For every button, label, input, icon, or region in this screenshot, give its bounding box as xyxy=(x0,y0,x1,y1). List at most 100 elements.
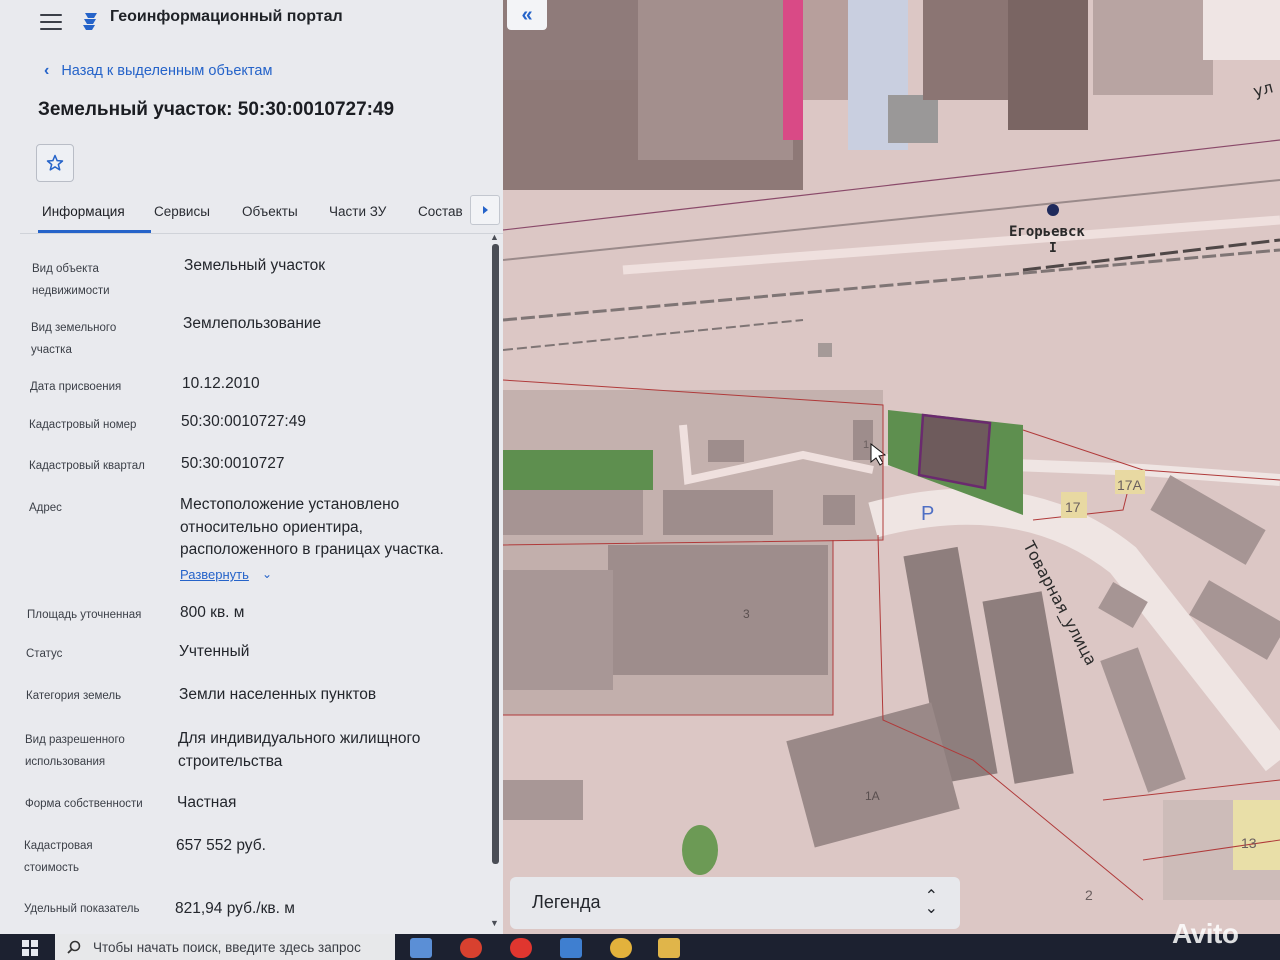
value-object-type: Земельный участок xyxy=(184,257,326,274)
chevron-left-icon: ‹ xyxy=(44,62,50,79)
panel-scrollbar[interactable] xyxy=(492,244,499,864)
app-header: Геоинформационный портал xyxy=(0,0,503,42)
map-rail-line xyxy=(503,319,804,351)
value-land-category: Земли населенных пунктов xyxy=(179,686,377,703)
taskbar-search-placeholder: Чтобы начать поиск, введите здесь запрос xyxy=(93,940,361,955)
legend-label: Легенда xyxy=(532,892,601,912)
value-land-type: Землепользование xyxy=(183,315,322,332)
expand-collapse-icon[interactable]: ⌃ ⌄ xyxy=(925,889,938,917)
house-number-label: 3 xyxy=(743,607,750,621)
map-building xyxy=(1008,0,1088,130)
tab-information[interactable]: Информация xyxy=(42,204,125,219)
map-building xyxy=(503,490,643,535)
house-number-label: 1А xyxy=(865,789,880,803)
scroll-down-arrow[interactable]: ▼ xyxy=(490,918,499,928)
map-green-zone xyxy=(503,450,653,490)
search-icon xyxy=(67,940,81,954)
house-number-label: 17А xyxy=(1117,477,1143,493)
map-pink-strip xyxy=(783,0,803,140)
selected-parcel[interactable] xyxy=(917,413,992,490)
map-building xyxy=(1100,647,1186,793)
yandex-browser-icon[interactable] xyxy=(460,938,482,958)
collapse-panel-button[interactable]: « xyxy=(507,0,547,30)
station-label: Егорьевск xyxy=(1009,224,1085,240)
windows-start-icon[interactable] xyxy=(22,940,38,956)
label-permitted-use: Вид разрешенного использования xyxy=(25,734,125,768)
avito-watermark: Avito xyxy=(1172,918,1239,949)
map-building xyxy=(1093,0,1213,95)
map-building xyxy=(1150,475,1266,565)
map-view[interactable]: Егорьевск I ул P Товарная_улица 3 1А 17А… xyxy=(503,0,1280,934)
map-building xyxy=(818,343,832,357)
map-canvas[interactable]: Егорьевск I ул P Товарная_улица 3 1А 17А… xyxy=(503,0,1280,934)
house-number-label: 2 xyxy=(1085,887,1093,903)
value-cadastral-number: 50:30:0010727:49 xyxy=(181,413,306,430)
scroll-up-arrow[interactable]: ▲ xyxy=(490,232,499,242)
tab-composition[interactable]: Состав xyxy=(418,204,463,219)
arrow-right-icon xyxy=(483,206,488,214)
map-road xyxy=(622,215,1280,275)
label-cadastral-number: Кадастровый номер xyxy=(29,419,137,431)
value-unit-value: 821,94 руб./кв. м xyxy=(175,900,295,917)
station-sub-label: I xyxy=(1049,241,1057,256)
favorite-button[interactable] xyxy=(36,144,74,182)
tab-services[interactable]: Сервисы xyxy=(154,204,210,219)
label-land-type: Вид земельного участка xyxy=(31,322,117,356)
map-building xyxy=(888,95,938,143)
map-building xyxy=(608,545,828,675)
tab-bar: Информация Сервисы Объекты Части ЗУ Сост… xyxy=(20,196,503,234)
label-ownership-form: Форма собственности xyxy=(25,798,143,810)
map-building xyxy=(503,570,613,690)
map-building xyxy=(638,0,793,160)
label-area: Площадь уточненная xyxy=(27,609,142,621)
value-area: 800 кв. м xyxy=(180,604,245,621)
expand-address-link[interactable]: Развернуть xyxy=(180,567,249,582)
house-number-label: 1 xyxy=(863,439,869,451)
map-building xyxy=(1203,0,1280,60)
map-building xyxy=(663,490,773,535)
value-status: Учтенный xyxy=(179,643,250,660)
page-title: Земельный участок: 50:30:0010727:49 xyxy=(38,99,395,120)
label-cadastral-quarter: Кадастровый квартал xyxy=(29,460,145,472)
back-link-label: Назад к выделенным объектам xyxy=(61,63,273,79)
map-building xyxy=(786,702,960,848)
label-address: Адрес xyxy=(29,502,62,514)
tabs-next-button[interactable] xyxy=(470,195,500,225)
label-object-type: Вид объекта недвижимости xyxy=(32,263,110,297)
taskbar-search-box[interactable]: Чтобы начать поиск, введите здесь запрос xyxy=(55,934,395,960)
value-cadastral-quarter: 50:30:0010727 xyxy=(181,455,285,472)
active-tab-indicator xyxy=(38,230,151,233)
map-building xyxy=(503,780,583,820)
chrome-icon[interactable] xyxy=(610,938,632,958)
map-building xyxy=(823,495,855,525)
yandex-app-icon[interactable] xyxy=(510,938,532,958)
chevron-down-icon[interactable]: ⌄ xyxy=(262,567,272,581)
back-to-selected-link[interactable]: ‹ Назад к выделенным объектам xyxy=(44,62,272,80)
portal-logo-icon xyxy=(83,13,97,30)
tab-objects[interactable]: Объекты xyxy=(242,204,298,219)
label-assignment-date: Дата присвоения xyxy=(30,381,122,393)
parcel-boundary xyxy=(1102,779,1280,801)
label-cadastral-value: Кадастровая стоимость xyxy=(24,840,93,874)
file-explorer-icon[interactable] xyxy=(658,938,680,958)
street-partial-label: ул xyxy=(1251,77,1275,100)
legend-bar[interactable]: Легенда ⌃ ⌄ xyxy=(510,877,960,929)
object-info-panel: Геоинформационный портал ‹ Назад к выдел… xyxy=(0,0,503,934)
map-building xyxy=(708,440,744,462)
value-cadastral-value: 657 552 руб. xyxy=(176,837,266,854)
value-permitted-use: Для индивидуального жилищного строительс… xyxy=(178,730,421,770)
map-building xyxy=(923,0,1013,100)
tab-parcel-parts[interactable]: Части ЗУ xyxy=(329,204,386,219)
parking-icon: P xyxy=(921,503,934,525)
house-number-label: 13 xyxy=(1241,835,1257,851)
map-rail-line xyxy=(1022,238,1280,272)
star-icon xyxy=(46,154,64,171)
label-unit-value: Удельный показатель xyxy=(24,903,140,915)
label-land-category: Категория земель xyxy=(26,690,122,702)
value-assignment-date: 10.12.2010 xyxy=(182,375,260,392)
calculator-icon[interactable] xyxy=(560,938,582,958)
label-status: Статус xyxy=(26,648,63,660)
taskbar-app-icon[interactable] xyxy=(410,938,432,958)
hamburger-menu-icon[interactable] xyxy=(40,14,62,30)
value-address: Местоположение установлено относительно … xyxy=(180,496,444,558)
